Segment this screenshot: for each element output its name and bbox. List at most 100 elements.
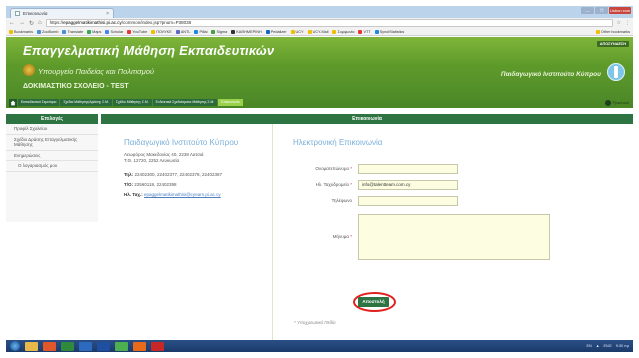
bookmark-favicon-icon (374, 29, 379, 34)
clock[interactable]: 9:30 πμ (616, 344, 629, 348)
bookmark-item[interactable]: Scholar (105, 29, 124, 34)
bookmark-item[interactable]: YouTube (127, 29, 147, 34)
taskbar-app-chrome-icon[interactable] (115, 341, 128, 351)
taskbar-app-acrobat-icon[interactable] (151, 341, 164, 351)
menu-item-seminar[interactable]: Εκπαιδευτικό Σεμινάριο (18, 99, 60, 106)
phone-field[interactable] (358, 196, 458, 206)
bookmark-favicon-icon (9, 29, 13, 34)
bookmark-label: ΚΑΘΗΜΕΡΙΝΗ (236, 29, 262, 34)
sidebar: Επιλογές Προφίλ Σχολείου Σχέδιο Δράσης Ε… (6, 114, 98, 222)
email-link[interactable]: epaggelmatikimathisi@cyearn.pi.ac.cy (144, 192, 221, 197)
bookmark-item[interactable]: Maps (87, 29, 102, 34)
fax-label: Τ/Ο: (124, 182, 133, 187)
bookmark-item[interactable]: ΠΟΛΥΚΕ (151, 29, 172, 34)
message-textarea[interactable] (358, 214, 550, 260)
taskbar-app-excel-icon[interactable] (61, 341, 74, 351)
bookmark-label: Συμφωνία (337, 29, 355, 34)
bookmark-label: ANTL (180, 29, 191, 34)
user-menu[interactable]: Ppschool (604, 99, 629, 106)
menu-item-learning-plan[interactable]: Σχέδιο Μάθησης Σ.Μ. (112, 99, 152, 106)
close-window-button[interactable]: Lisbon xom (609, 7, 631, 14)
tray-expand-icon[interactable]: ▲ (596, 344, 600, 348)
bookmark-item[interactable]: UCY-Mail (307, 29, 329, 34)
contact-address-line1: Λεωφόρος Μακεδονίας 40, 2238 Λατσιά (124, 152, 204, 157)
browser-window: Επικοινωνία × — ❐ Lisbon xom ← → ↻ ⌂ htt… (6, 6, 633, 352)
home-button[interactable] (9, 98, 17, 107)
sidebar-item-action-plan[interactable]: Σχέδιο Δράσης Επαγγελματικής Μάθησης (6, 135, 98, 151)
taskbar-app-media-icon[interactable] (43, 341, 56, 351)
bookmark-item[interactable]: Translate (62, 29, 83, 34)
bookmark-item[interactable]: ΚΑΘΗΜΕΡΙΝΗ (231, 29, 262, 34)
bookmark-label: UCY (295, 29, 304, 34)
logout-button[interactable]: ΑΠΟΣΥΝΔΕΣΗ (596, 41, 629, 47)
bookmark-label: Pedalizer (270, 29, 287, 34)
bookmark-item[interactable]: VTT (358, 29, 371, 34)
url-path: /common/index.jsp?pnum=P38038 (121, 20, 192, 25)
bookmark-item[interactable]: UCY (290, 29, 304, 34)
name-label: Ονοματεπώνυμο * (288, 166, 352, 171)
taskbar-app-outlook-icon[interactable] (79, 341, 92, 351)
submit-button[interactable]: Αποστολή (358, 297, 389, 307)
back-icon[interactable]: ← (9, 20, 15, 26)
bookmark-item[interactable]: SynolStatistics (374, 29, 404, 34)
taskbar-app-firefox-icon[interactable] (133, 341, 146, 351)
browser-tab[interactable]: Επικοινωνία × (10, 8, 114, 18)
phone-label-text: Τηλέφωνο (331, 198, 352, 203)
email-label: Ηλ. Ταχυδρομείο * (288, 182, 352, 187)
menu-item-contact[interactable]: Επικοινωνία (218, 99, 243, 106)
form-title: Ηλεκτρονική Επικοινωνία (293, 138, 383, 147)
language-indicator[interactable]: EN (586, 344, 591, 348)
home-icon (10, 100, 16, 105)
bookmark-favicon-icon (105, 29, 110, 34)
bookmark-item[interactable]: ZooBomb (37, 29, 58, 34)
bookmark-item[interactable]: Pedalizer (265, 29, 287, 34)
taskbar: EN ▲ ENG 9:30 πμ (6, 340, 633, 352)
name-field[interactable] (358, 164, 458, 174)
bookmark-favicon-icon (37, 29, 41, 34)
bookmark-label: Bookmarks (14, 29, 33, 34)
reload-icon[interactable]: ↻ (29, 20, 34, 27)
menu-icon[interactable]: ⋮ (625, 20, 630, 26)
bookmark-item[interactable]: Pillai (194, 29, 208, 34)
taskbar-app-explorer-icon[interactable] (25, 341, 38, 351)
url-input[interactable]: https://epaggelmatikimathisi.pi.ac.cy/co… (45, 19, 613, 27)
bookmark-label: Scholar (110, 29, 124, 34)
other-bookmarks[interactable]: Other bookmarks (595, 29, 630, 34)
forward-icon[interactable]: → (19, 20, 25, 26)
name-label-text: Ονοματεπώνυμο (315, 166, 349, 171)
bookmark-item[interactable]: Sigma (211, 29, 228, 34)
phone-label: Τηλ: (124, 172, 134, 177)
menu-item-indicative-plans[interactable]: Ενδεικτικά Σχεδιάσματα Μάθησης Σ.Μ. (152, 99, 218, 106)
site-header: Επαγγελματική Μάθηση Εκπαιδευτικών ΑΠΟΣΥ… (6, 37, 633, 108)
start-button[interactable] (10, 341, 20, 351)
bookmark-label: Sigma (216, 29, 228, 34)
bookmark-item[interactable]: ANTL (175, 29, 191, 34)
email-label: Ηλ. Ταχ.: (124, 192, 143, 197)
address-bar-row: ← → ↻ ⌂ https://epaggelmatikimathisi.pi.… (6, 18, 633, 28)
bookmark-item[interactable]: Bookmarks (9, 29, 33, 34)
tab-close-icon[interactable]: × (106, 11, 109, 17)
bookmark-favicon-icon (211, 29, 216, 34)
main-menu: Εκπαιδευτικό Σεμινάριο Σχέδια Μάθησης/Δρ… (6, 97, 633, 108)
bookmark-favicon-icon (265, 29, 270, 34)
minimize-button[interactable]: — (581, 7, 594, 14)
sidebar-item-my-account[interactable]: Ο λογαριασμός μου (6, 161, 98, 172)
url-prefix: https:// (49, 20, 64, 25)
bookmark-label: Maps (92, 29, 102, 34)
sidebar-heading: Επιλογές (6, 114, 98, 124)
tab-strip: Επικοινωνία × — ❐ Lisbon xom (6, 6, 633, 18)
email-field[interactable]: info@talentteam.com.cy (358, 180, 458, 190)
bookmark-label: Pillai (199, 29, 208, 34)
keyboard-layout[interactable]: ENG (604, 344, 612, 348)
menu-item-action-plans[interactable]: Σχέδια Μάθησης/Δράσης Σ.Μ. (60, 99, 112, 106)
sidebar-item-school-profile[interactable]: Προφίλ Σχολείου (6, 124, 98, 135)
bookmark-item[interactable]: Συμφωνία (332, 29, 355, 34)
sidebar-item-updates[interactable]: Ενημερώσεις (6, 151, 98, 161)
taskbar-app-word-icon[interactable] (97, 341, 110, 351)
bookmark-star-icon[interactable]: ☆ (617, 20, 621, 26)
bookmark-label: UCY-Mail (312, 29, 329, 34)
home-icon[interactable]: ⌂ (38, 20, 42, 26)
bookmark-favicon-icon (62, 29, 67, 34)
maximize-button[interactable]: ❐ (595, 7, 608, 14)
bookmark-favicon-icon (87, 29, 92, 34)
